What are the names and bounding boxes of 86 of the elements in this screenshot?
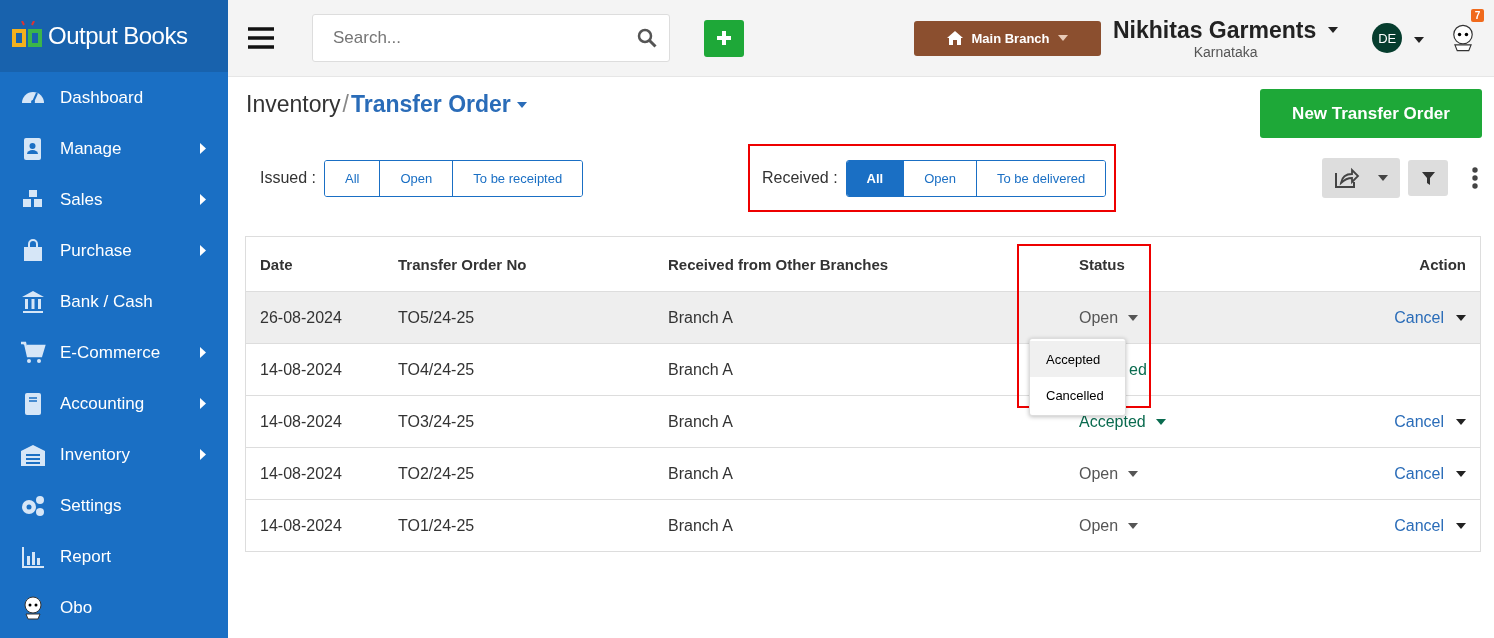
table-cell: TO2/24-25 [398,464,475,482]
expand-arrow-icon [200,398,206,409]
expand-arrow-icon [200,194,206,205]
caret-icon [1414,37,1425,43]
menu-icon[interactable] [248,27,274,49]
bank-icon [20,288,46,315]
user-avatar[interactable]: DE [1372,23,1403,53]
cancel-link[interactable]: Cancel [1394,308,1466,327]
expand-arrow-icon [200,143,206,154]
sidebar-item[interactable]: Dashboard [0,72,228,123]
search-icon [637,28,657,48]
cancel-link[interactable]: Cancel [1394,464,1466,483]
sidebar-item[interactable]: Sales [0,174,228,225]
status-dropdown[interactable]: Open [1079,308,1139,327]
column-header: Status [1079,255,1125,273]
caret-icon [1155,418,1166,425]
caret-icon [1128,470,1139,477]
brand-name: Output Books [48,22,188,50]
column-header: Received from Other Branches [668,255,889,273]
caret-icon [1456,470,1466,477]
home-icon [947,31,964,45]
table-cell: TO5/24-25 [398,308,475,326]
cancel-link[interactable]: Cancel [1394,412,1466,431]
table-cell: Branch A [668,516,733,534]
filter-label: Received : [762,169,838,187]
table-cell: Branch A [668,412,733,430]
new-transfer-order-button[interactable]: New Transfer Order [1260,89,1482,138]
filter-tab[interactable]: All [846,160,904,196]
company-switcher[interactable]: Nikhitas Garments Karnataka [1113,16,1339,60]
caret-icon [1328,27,1339,33]
menu-item[interactable]: Accepted [1030,341,1125,377]
column-header: Date [260,255,293,273]
sidebar-item[interactable]: Manage [0,123,228,174]
breadcrumb-link[interactable]: Inventory [246,91,341,118]
add-button[interactable] [704,19,744,57]
share-icon [1334,167,1360,189]
column-header: Transfer Order No [398,255,527,273]
status-dropdown[interactable]: Open [1079,464,1139,483]
sidebar-item[interactable]: E-Commerce [0,327,228,378]
table-cell: 26-08-2024 [260,308,342,326]
sidebar-item[interactable]: Accounting [0,378,228,429]
page-title-dropdown[interactable]: Transfer Order [351,91,527,118]
export-button[interactable] [1322,158,1400,198]
filter-label: Issued : [260,169,317,187]
cancel-link[interactable]: Cancel [1394,516,1466,535]
filter-tab[interactable]: To be receipted [452,160,583,196]
menu-item[interactable]: Cancelled [1030,377,1125,413]
caret-icon [1128,314,1139,321]
caret-icon [1378,175,1388,181]
plus-icon [717,31,731,45]
status-dropdown[interactable]: Open [1079,516,1139,535]
caret-icon [1456,522,1466,529]
table-cell: TO3/24-25 [398,412,475,430]
more-options-icon[interactable] [1472,167,1478,189]
caret-icon [516,101,527,108]
branch-selector[interactable]: Main Branch [914,20,1101,56]
table-cell: TO1/24-25 [398,516,475,534]
table-cell: 14-08-2024 [260,516,342,534]
sidebar-item[interactable]: Purchase [0,225,228,276]
table-cell: Branch A [668,464,733,482]
caret-icon [1057,35,1068,41]
sidebar-item[interactable]: Settings [0,480,228,531]
filter-icon [1421,171,1435,185]
cart-icon [20,339,46,366]
sidebar-item[interactable]: Report [0,531,228,582]
table-cell: 14-08-2024 [260,464,342,482]
expand-arrow-icon [200,245,206,256]
expand-arrow-icon [200,347,206,358]
sidebar-item[interactable]: Bank / Cash [0,276,228,327]
sidebar-item[interactable]: Inventory [0,429,228,480]
notification-badge: 7 [1470,9,1485,22]
table-cell: 14-08-2024 [260,412,342,430]
table-cell: 14-08-2024 [260,360,342,378]
caret-icon [1128,522,1139,529]
status-dropdown[interactable]: Accepted [1079,412,1166,431]
filter-tab[interactable]: To be delivered [976,160,1106,196]
caret-icon [1456,314,1466,321]
table-cell: Branch A [668,308,733,326]
filter-button[interactable] [1408,160,1448,196]
table-cell: Branch A [668,360,733,378]
caret-icon [1456,418,1466,425]
breadcrumb-separator: / [342,91,349,118]
expand-arrow-icon [200,449,206,460]
column-header: Action [1419,255,1466,273]
table-cell: TO4/24-25 [398,360,475,378]
sidebar-item[interactable]: Obo [0,582,228,633]
